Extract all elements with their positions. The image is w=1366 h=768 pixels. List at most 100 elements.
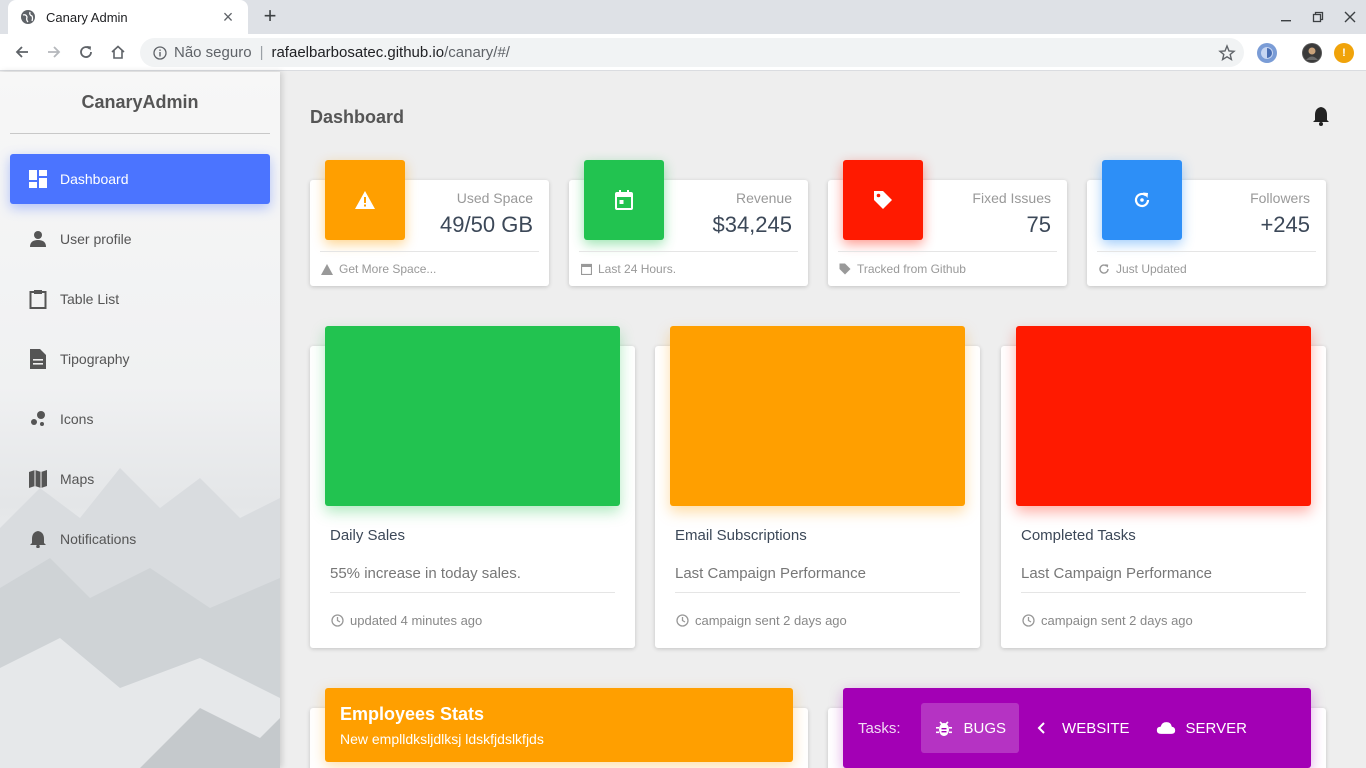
brand-title[interactable]: CanaryAdmin: [10, 72, 270, 134]
chart-footer-text: campaign sent 2 days ago: [695, 613, 847, 628]
sidebar-item-label: Maps: [60, 471, 95, 487]
code-icon: [1032, 718, 1052, 738]
stat-value: $34,245: [712, 212, 792, 237]
stat-footer-text: Last 24 Hours.: [598, 262, 677, 276]
stat-label: Fixed Issues: [972, 190, 1051, 206]
stat-value: 49/50 GB: [440, 212, 533, 237]
chart-card-completed-tasks: Completed Tasks Last Campaign Performanc…: [1001, 326, 1326, 648]
calendar-small-icon: [579, 262, 593, 276]
divider: [1097, 251, 1316, 252]
home-icon[interactable]: [106, 40, 130, 64]
employees-card-header: Employees Stats New emplldkslјdlksj ldsk…: [325, 688, 793, 762]
address-bar[interactable]: Não seguro | rafaelbarbosatec.github.io /…: [140, 38, 1244, 67]
sidebar-item-label: Table List: [60, 291, 120, 307]
divider: [675, 592, 960, 593]
chart-footer: campaign sent 2 days ago: [675, 613, 847, 628]
divider: [838, 251, 1057, 252]
chart-title: Daily Sales: [330, 527, 406, 544]
person-icon: [28, 229, 48, 249]
bubbles-icon: [28, 409, 48, 429]
cloud-icon: [1156, 718, 1176, 738]
bug-icon: [934, 718, 954, 738]
stat-footer: Just Updated: [1097, 262, 1187, 276]
sidebar: CanaryAdmin Dashboard User profile Table…: [0, 72, 280, 768]
browser-tab[interactable]: Canary Admin ×: [8, 0, 248, 34]
bookmark-star-icon[interactable]: [1218, 44, 1236, 62]
employees-subtitle: New emplldkslјdlksj ldskfjdslkfjds: [340, 731, 544, 747]
close-tab-icon[interactable]: ×: [220, 8, 236, 26]
chart-card-daily-sales: Daily Sales 55% increase in today sales.…: [310, 326, 635, 648]
divider: [320, 251, 539, 252]
stat-label: Followers: [1250, 190, 1310, 206]
notifications-bell-icon[interactable]: [1312, 106, 1332, 126]
stat-value: 75: [1026, 212, 1051, 237]
info-icon[interactable]: [152, 45, 168, 61]
calendar-icon: [584, 160, 664, 240]
new-tab-icon[interactable]: +: [258, 5, 282, 29]
divider: [579, 251, 798, 252]
tasks-label: Tasks:: [858, 719, 901, 737]
reload-icon[interactable]: [74, 40, 98, 64]
page-title: Dashboard: [310, 107, 405, 127]
extension-icon[interactable]: [1257, 43, 1277, 63]
url-host: rafaelbarbosatec.github.io: [271, 44, 445, 61]
stat-card-revenue: Revenue $34,245 Last 24 Hours.: [569, 160, 808, 286]
stat-card-followers: Followers +245 Just Updated: [1087, 160, 1326, 286]
minimize-icon[interactable]: [1270, 0, 1302, 34]
refresh-icon: [1102, 160, 1182, 240]
stat-footer: Last 24 Hours.: [579, 262, 676, 276]
divider: [330, 592, 615, 593]
profile-avatar-icon[interactable]: [1302, 43, 1322, 63]
tag-small-icon: [838, 262, 852, 276]
back-arrow-icon[interactable]: [10, 40, 34, 64]
document-icon: [28, 349, 48, 369]
browser-tab-strip: Canary Admin × +: [0, 0, 1366, 34]
tab-bugs[interactable]: BUGS: [920, 703, 1020, 753]
url-separator: |: [259, 44, 264, 61]
update-alert-icon[interactable]: !: [1334, 43, 1354, 63]
stat-card-fixed-issues: Fixed Issues 75 Tracked from Github: [828, 160, 1067, 286]
browser-toolbar: Não seguro | rafaelbarbosatec.github.io /…: [0, 34, 1366, 71]
stat-footer: Tracked from Github: [838, 262, 966, 276]
sidebar-item-maps[interactable]: Maps: [10, 454, 270, 504]
sidebar-item-dashboard[interactable]: Dashboard: [10, 154, 270, 204]
chart-footer: campaign sent 2 days ago: [1021, 613, 1193, 628]
sidebar-item-tipography[interactable]: Tipography: [10, 334, 270, 384]
chart-area: [1016, 326, 1311, 506]
sidebar-item-label: Tipography: [60, 351, 130, 367]
sidebar-item-label: User profile: [60, 231, 132, 247]
map-icon: [28, 469, 48, 489]
refresh-small-icon: [1097, 262, 1111, 276]
sidebar-item-label: Icons: [60, 411, 94, 427]
stat-card-used-space: Used Space 49/50 GB Get More Space...: [310, 160, 549, 286]
stat-footer-text: Just Updated: [1116, 262, 1187, 276]
chart-footer-text: campaign sent 2 days ago: [1041, 613, 1193, 628]
stat-label: Revenue: [735, 190, 792, 206]
chart-area: [670, 326, 965, 506]
tab-label: WEBSITE: [1062, 719, 1130, 737]
sidebar-item-user-profile[interactable]: User profile: [10, 214, 270, 264]
sidebar-item-table-list[interactable]: Table List: [10, 274, 270, 324]
tab-website[interactable]: WEBSITE: [1019, 703, 1143, 753]
stat-value: +245: [1260, 212, 1310, 237]
employees-title: Employees Stats: [340, 704, 485, 724]
sidebar-item-notifications[interactable]: Notifications: [10, 514, 270, 564]
divider: [1021, 592, 1306, 593]
restore-icon[interactable]: [1302, 0, 1334, 34]
tab-server[interactable]: SERVER: [1143, 703, 1260, 753]
globe-icon: [20, 9, 36, 25]
tasks-card-header: Tasks: BUGS WEBSITE SERVER: [843, 688, 1311, 768]
forward-arrow-icon[interactable]: [42, 40, 66, 64]
chart-description: 55% increase in today sales.: [330, 565, 521, 582]
chart-description: Last Campaign Performance: [1021, 565, 1212, 582]
clipboard-icon: [28, 289, 48, 309]
sidebar-menu: Dashboard User profile Table List Tipogr…: [10, 154, 270, 574]
stat-footer[interactable]: Get More Space...: [320, 262, 436, 276]
clock-icon: [1021, 614, 1035, 628]
chart-title: Email Subscriptions: [675, 527, 807, 544]
close-window-icon[interactable]: [1334, 0, 1366, 34]
tab-title: Canary Admin: [46, 9, 128, 25]
sidebar-item-label: Notifications: [60, 531, 137, 547]
stat-footer-text: Tracked from Github: [857, 262, 966, 276]
sidebar-item-icons[interactable]: Icons: [10, 394, 270, 444]
